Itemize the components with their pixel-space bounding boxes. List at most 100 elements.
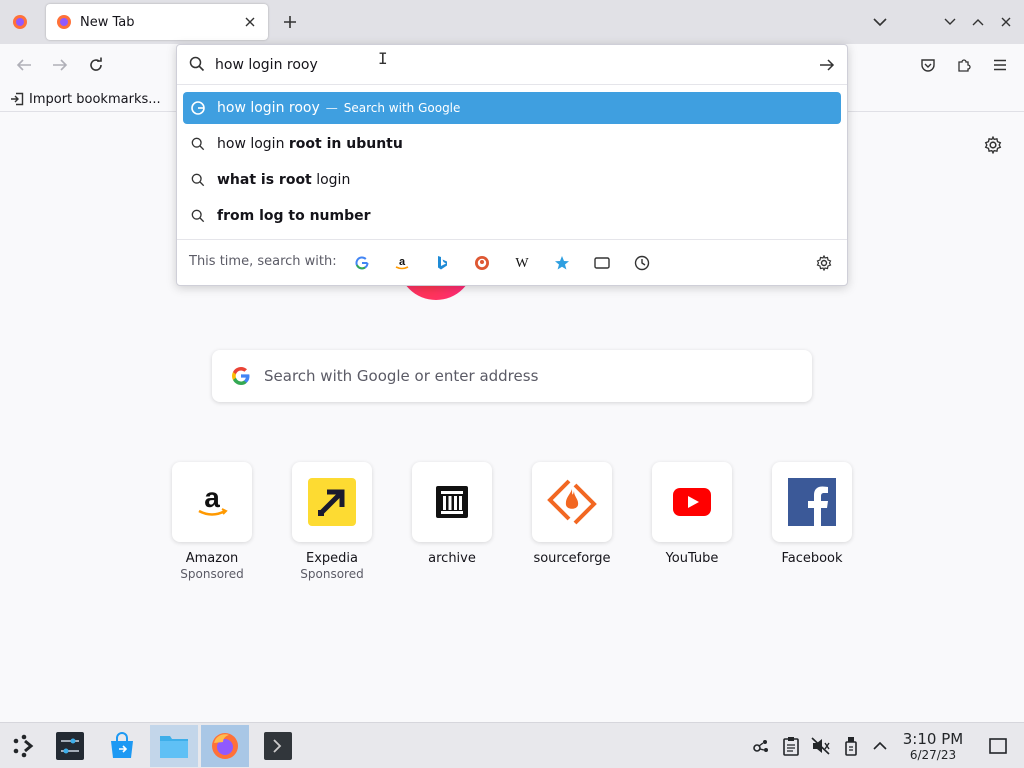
back-button[interactable] — [9, 50, 39, 80]
suggestion-prefix: how login — [217, 136, 289, 152]
tile-box: a — [172, 462, 252, 542]
top-sites: a Amazon Sponsored Expedia Sponsored arc… — [172, 462, 862, 592]
application-launcher[interactable] — [0, 725, 48, 767]
reload-button[interactable] — [81, 50, 111, 80]
top-site-title: Facebook — [781, 551, 843, 566]
facebook-icon — [788, 478, 836, 526]
file-manager-task[interactable] — [150, 725, 198, 767]
suggestion-action: Search with Google — [343, 101, 461, 115]
chevron-up-icon[interactable] — [869, 735, 891, 757]
reload-icon — [90, 57, 102, 71]
tab-new-tab[interactable]: New Tab — [46, 4, 268, 40]
suggestion-item[interactable]: from log to number — [183, 200, 841, 232]
gear-icon — [984, 136, 1002, 154]
gear-icon — [816, 255, 832, 271]
tile-box — [652, 462, 732, 542]
search-icon — [190, 136, 206, 152]
go-button[interactable] — [815, 53, 839, 77]
tile-box — [772, 462, 852, 542]
chevron-down-icon — [873, 18, 887, 27]
one-off-label: This time, search with: — [189, 254, 337, 269]
firefox-icon — [212, 733, 238, 759]
search-settings-button[interactable] — [809, 248, 839, 278]
firefox-task[interactable] — [201, 725, 249, 767]
top-site-title: archive — [428, 551, 476, 566]
archive-icon — [436, 486, 468, 518]
top-site-title: Amazon — [185, 551, 239, 566]
terminal-icon — [264, 732, 292, 760]
system-settings-task[interactable] — [46, 725, 94, 767]
digital-clock[interactable]: 3:10 PM 6/27/23 — [900, 730, 966, 763]
desktop-icon — [989, 738, 1007, 754]
sourceforge-icon — [547, 479, 597, 525]
svg-text:W: W — [515, 256, 529, 270]
top-site-archive[interactable]: archive — [412, 462, 492, 566]
menu-button[interactable] — [985, 50, 1015, 80]
new-tab-button[interactable] — [276, 8, 304, 36]
sponsored-label: Sponsored — [180, 567, 244, 581]
taskbar: 3:10 PM 6/27/23 — [0, 722, 1024, 768]
suggestion-item[interactable]: how login root in ubuntu — [183, 128, 841, 160]
hamburger-icon — [994, 59, 1006, 71]
tab-bar: New Tab — [0, 0, 1024, 44]
usb-device-icon[interactable] — [840, 735, 862, 757]
tabs-icon[interactable] — [587, 248, 617, 278]
suggestion-search-with-google[interactable]: how login rooy — Search with Google — [183, 92, 841, 124]
tab-title: New Tab — [80, 14, 135, 30]
kde-connect-icon[interactable] — [750, 735, 772, 757]
bookmarks-icon[interactable] — [547, 248, 577, 278]
bing-icon[interactable] — [427, 248, 457, 278]
suggestion-bold: from log to number — [217, 208, 371, 224]
suggestion-bold: root in ubuntu — [288, 136, 403, 152]
duckduckgo-icon[interactable] — [467, 248, 497, 278]
google-icon[interactable] — [347, 248, 377, 278]
close-icon — [245, 17, 255, 27]
svg-text:a: a — [399, 256, 406, 268]
store-icon — [111, 732, 133, 758]
urlbar: I — [177, 45, 847, 85]
search-icon — [190, 208, 206, 224]
close-window-button[interactable] — [992, 8, 1020, 36]
history-icon[interactable] — [627, 248, 657, 278]
extensions-button[interactable] — [949, 50, 979, 80]
discover-task[interactable] — [98, 725, 146, 767]
maximize-button[interactable] — [964, 8, 992, 36]
top-site-facebook[interactable]: Facebook — [772, 462, 852, 566]
firefox-icon — [57, 15, 71, 29]
tile-box — [532, 462, 612, 542]
suggestion-bold: what is root — [217, 172, 312, 188]
chevron-down-icon — [944, 18, 956, 25]
top-site-expedia[interactable]: Expedia Sponsored — [292, 462, 372, 581]
terminal-task[interactable] — [254, 725, 302, 767]
search-placeholder: Search with Google or enter address — [264, 367, 539, 385]
google-icon — [232, 367, 250, 385]
show-desktop-button[interactable] — [987, 735, 1009, 757]
top-site-sourceforge[interactable]: sourceforge — [532, 462, 612, 566]
minimize-button[interactable] — [936, 8, 964, 36]
clock-time: 3:10 PM — [902, 730, 964, 748]
forward-button[interactable] — [45, 50, 75, 80]
wikipedia-icon[interactable]: W — [507, 248, 537, 278]
personalize-new-tab-button[interactable] — [980, 132, 1006, 158]
top-site-youtube[interactable]: YouTube — [652, 462, 732, 566]
import-bookmarks-button[interactable]: Import bookmarks... — [10, 89, 161, 109]
tile-box — [292, 462, 372, 542]
list-all-tabs-button[interactable] — [866, 8, 894, 36]
close-tab-button[interactable] — [238, 10, 262, 34]
volume-muted-icon[interactable] — [810, 735, 832, 757]
search-icon — [189, 56, 205, 72]
suggestion-item[interactable]: what is root login — [183, 164, 841, 196]
clipboard-icon[interactable] — [780, 735, 802, 757]
expedia-icon — [308, 478, 356, 526]
puzzle-icon — [958, 59, 971, 72]
urlbar-input[interactable] — [215, 53, 805, 77]
suggestion-text: how login rooy — [217, 100, 320, 116]
amazon-icon[interactable]: a — [387, 248, 417, 278]
top-site-amazon[interactable]: a Amazon Sponsored — [172, 462, 252, 581]
pocket-button[interactable] — [913, 50, 943, 80]
firefox-view-button[interactable] — [6, 8, 34, 36]
settings-sliders-icon — [56, 732, 84, 760]
clock-date: 6/27/23 — [909, 748, 957, 762]
newtab-search-box[interactable]: Search with Google or enter address — [212, 350, 812, 402]
suggestion-suffix: login — [311, 172, 351, 188]
